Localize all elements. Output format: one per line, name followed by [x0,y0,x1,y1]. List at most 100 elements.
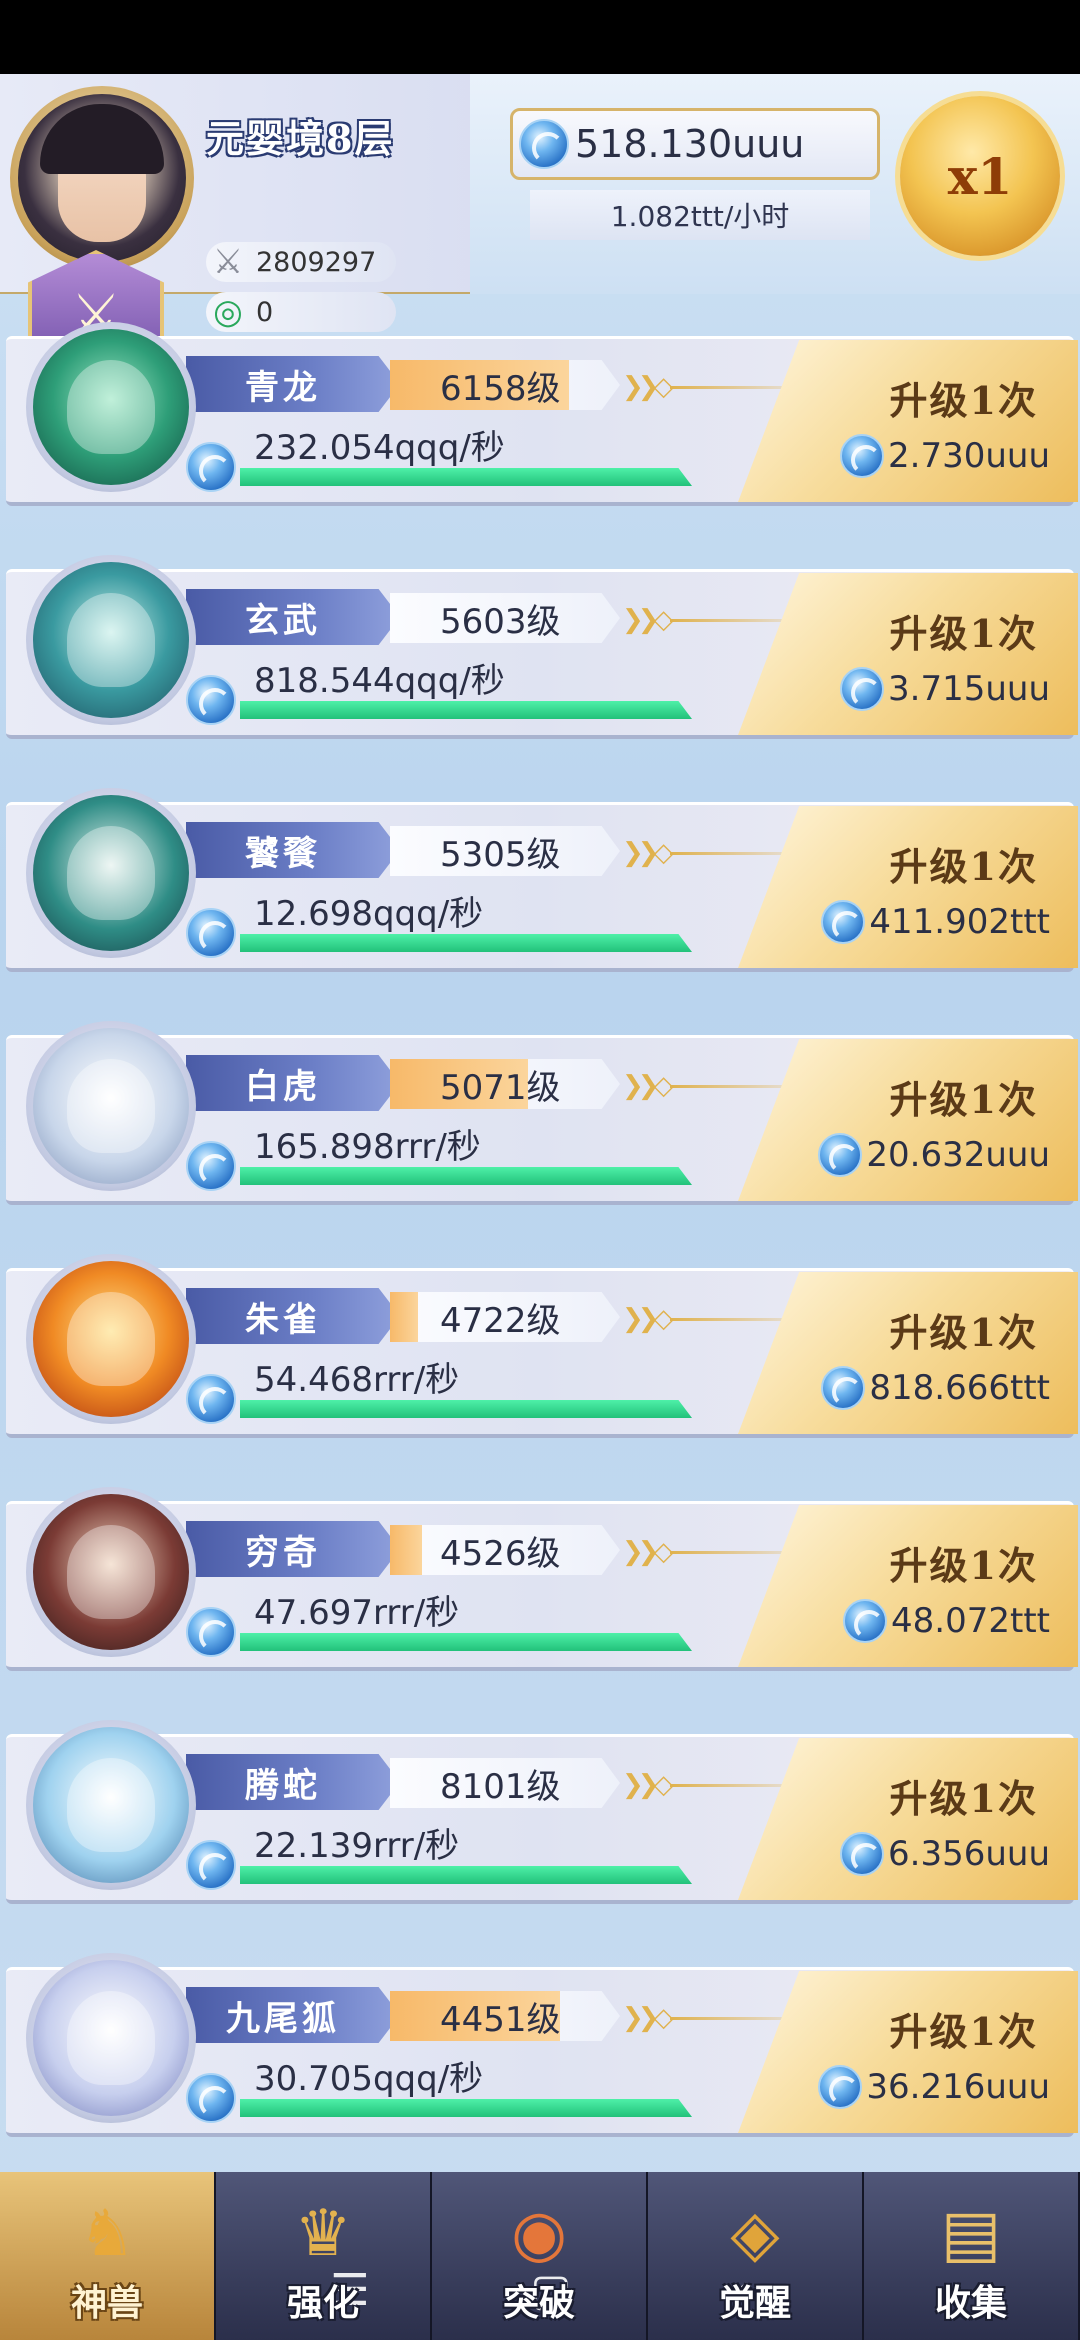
exp-bar [240,1866,692,1884]
beast-portrait[interactable] [26,788,196,958]
level-progress [390,1525,423,1575]
level-progress [390,1292,418,1342]
spirit-orb-icon [186,1840,236,1890]
beast-portrait[interactable] [26,1953,196,2123]
beast-image [33,1727,189,1883]
beast-row: 青龙 6158级 ❯❯◇ 232.054qqq/秒 升级1次 2.730uuu [0,310,1080,506]
arrow-decoration-icon: ❯❯◇ [622,1770,674,1800]
upgrade-cost-value: 2.730uuu [888,436,1050,476]
upgrade-label: 升级1次 [889,844,1038,889]
exp-bar-fill [240,1866,692,1884]
beast-portrait[interactable] [26,1720,196,1890]
currency-value: 518.130uuu [575,122,805,166]
upgrade-cost-value: 36.216uuu [866,2067,1050,2107]
spirit-orb-icon [186,1374,236,1424]
beast-name: 饕餮 [186,822,400,878]
nav-label: 觉醒 [718,2282,791,2324]
beast-level: 4722级 [390,1292,620,1342]
upgrade-label: 升级1次 [889,611,1038,656]
upgrade-label: 升级1次 [889,2009,1038,2054]
beast-image [33,1960,189,2116]
beast-rate: 22.139rrr/秒 [254,1826,460,1866]
beast-level: 4451级 [390,1991,620,2041]
beast-rate: 47.697rrr/秒 [254,1593,460,1633]
spirit-orb-icon [843,1599,888,1643]
income-rate: 1.082ttt/小时 [530,190,870,240]
spirit-orb-icon [840,434,885,478]
beast-row: 玄武 5603级 ❯❯◇ 818.544qqq/秒 升级1次 3.715uuu [0,543,1080,739]
spirit-orb-icon [840,667,885,711]
beast-portrait[interactable] [26,555,196,725]
player-header: ⚔ 元婴境8层 ⚔ 2809297 ◎ 0 518.130uuu 1.082tt… [0,74,1080,380]
beast-rate: 30.705qqq/秒 [254,2059,484,2099]
player-avatar[interactable] [10,86,194,270]
qilin-icon: ♞ [78,2197,136,2271]
exp-bar [240,2099,692,2117]
upgrade-label: 升级1次 [889,1310,1038,1355]
upgrade-cost: 20.632uuu [818,1133,1050,1177]
nav-tab-beasts[interactable]: ♞ 神兽 [0,2172,216,2340]
beast-level-text: 8101级 [440,1766,561,1807]
nav-tab-awaken[interactable]: ◈ 觉醒 [648,2172,864,2340]
nav-tab-breakthrough[interactable]: ◉ 突破 [432,2172,648,2340]
exp-bar [240,1167,692,1185]
beast-portrait[interactable] [26,1254,196,1424]
exp-bar-fill [240,2099,692,2117]
upgrade-cost: 36.216uuu [818,2065,1050,2109]
arrow-decoration-icon: ❯❯◇ [622,2003,674,2033]
beast-name: 九尾狐 [186,1987,400,2043]
beast-row: 饕餮 5305级 ❯❯◇ 12.698qqq/秒 升级1次 411.902ttt [0,776,1080,972]
upgrade-cost-value: 6.356uuu [888,1834,1050,1874]
exp-bar [240,701,692,719]
currency-display: 518.130uuu [510,108,880,180]
exp-bar [240,1633,692,1651]
beast-level-text: 5071级 [440,1067,561,1108]
upgrade-label: 升级1次 [889,1776,1038,1821]
eye-icon: ◈ [730,2197,780,2271]
spirit-orb-icon [818,2065,863,2109]
power-value: 2809297 [256,246,377,278]
beast-level-text: 4722级 [440,1300,561,1341]
beast-portrait[interactable] [26,1021,196,1191]
beast-image [33,795,189,951]
upgrade-cost: 48.072ttt [843,1599,1050,1643]
upgrade-cost-value: 3.715uuu [888,669,1050,709]
arrow-decoration-icon: ❯❯◇ [622,1304,674,1334]
beast-portrait[interactable] [26,322,196,492]
exp-bar [240,468,692,486]
beast-level-text: 4526级 [440,1533,561,1574]
beast-rate: 165.898rrr/秒 [254,1127,481,1167]
beast-portrait[interactable] [26,1487,196,1657]
spirit-orb-icon [186,1607,236,1657]
nav-label: 强化 [286,2282,359,2324]
arrow-decoration-icon: ❯❯◇ [622,838,674,868]
beast-level: 8101级 [390,1758,620,1808]
nav-label: 神兽 [70,2282,143,2324]
nav-tab-collect[interactable]: ▤ 收集 [864,2172,1080,2340]
spirit-orb-icon [186,908,236,958]
beast-rate: 12.698qqq/秒 [254,894,484,934]
upgrade-label: 升级1次 [889,1077,1038,1122]
arrow-decoration-icon: ❯❯◇ [622,605,674,635]
multiplier-button[interactable]: x1 [900,96,1060,256]
beast-image [33,1494,189,1650]
beast-name: 穷奇 [186,1521,400,1577]
nav-label: 突破 [502,2282,575,2324]
exp-bar-fill [240,701,692,719]
upgrade-cost-value: 818.666ttt [869,1368,1050,1408]
exp-bar-fill [240,1400,692,1418]
beast-level: 5071级 [390,1059,620,1109]
spirit-orb-icon [186,442,236,492]
beast-name: 朱雀 [186,1288,400,1344]
power-stat: ⚔ 2809297 [206,242,396,282]
beast-row: 白虎 5071级 ❯❯◇ 165.898rrr/秒 升级1次 20.632uuu [0,1009,1080,1205]
upgrade-cost-value: 48.072ttt [891,1601,1050,1641]
beast-name: 青龙 [186,356,400,412]
nav-tab-enhance[interactable]: ♛ 强化 [216,2172,432,2340]
spirit-orb-icon [519,119,569,169]
beast-level: 5305级 [390,826,620,876]
exp-bar [240,1400,692,1418]
spirit-orb-icon [186,1141,236,1191]
beast-row: 朱雀 4722级 ❯❯◇ 54.468rrr/秒 升级1次 818.666ttt [0,1242,1080,1438]
beast-rate: 232.054qqq/秒 [254,428,505,468]
